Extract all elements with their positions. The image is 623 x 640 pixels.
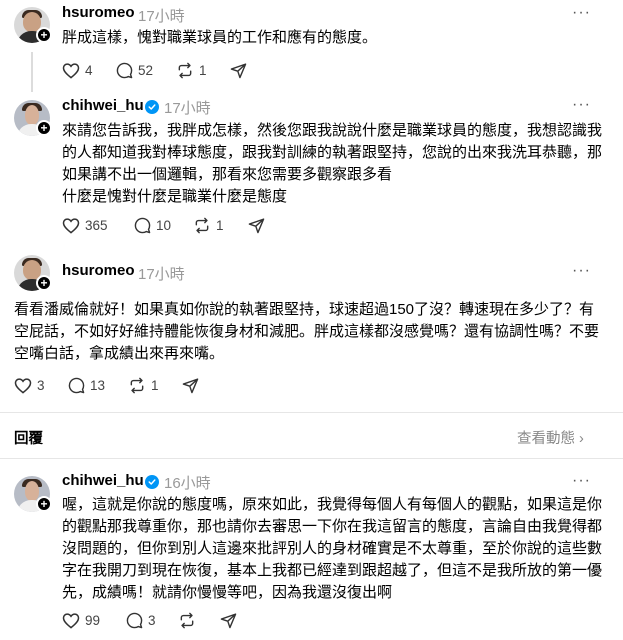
comment-count: 52 bbox=[138, 63, 154, 78]
share-button[interactable] bbox=[230, 62, 252, 79]
heart-icon bbox=[62, 218, 80, 234]
share-button[interactable] bbox=[220, 612, 242, 629]
repost-icon bbox=[178, 62, 192, 79]
more-icon[interactable]: ··· bbox=[572, 473, 591, 489]
timestamp[interactable]: 17小時 bbox=[138, 5, 185, 26]
username[interactable]: chihwei_hu bbox=[62, 472, 144, 489]
like-count: 99 bbox=[85, 613, 101, 628]
post-text: 喔，這就是你說的態度嗎，原來如此，我覺得每個人有每個人的觀點，如果這是你 的觀點… bbox=[62, 496, 603, 601]
heart-icon bbox=[14, 378, 32, 394]
comment-count: 13 bbox=[90, 378, 106, 393]
divider bbox=[0, 458, 623, 459]
more-icon[interactable]: ··· bbox=[572, 97, 591, 113]
view-activity-link[interactable]: 查看動態 › bbox=[517, 427, 584, 448]
like-button[interactable]: 99 bbox=[62, 612, 100, 629]
timestamp[interactable]: 17小時 bbox=[138, 263, 185, 284]
repost-count: 1 bbox=[151, 378, 159, 393]
repost-icon bbox=[195, 217, 209, 234]
share-button[interactable] bbox=[182, 377, 204, 394]
repost-count: 1 bbox=[199, 63, 207, 78]
share-icon bbox=[220, 613, 237, 629]
comment-button[interactable]: 10 bbox=[134, 217, 171, 234]
comment-button[interactable]: 52 bbox=[116, 62, 153, 79]
comment-button[interactable]: 13 bbox=[68, 377, 105, 394]
comment-count: 10 bbox=[156, 218, 172, 233]
follow-plus-icon[interactable]: + bbox=[36, 27, 52, 43]
post-text: 來請您告訴我，我胖成怎樣，然後您跟我說說什麼是職業球員的態度，我想認識我 的人都… bbox=[62, 122, 603, 205]
post-text: 看看潘威倫就好！如果真如你說的執著跟堅持，球速超過150了沒？轉速現在多少了？有… bbox=[14, 301, 600, 362]
like-count: 3 bbox=[37, 378, 45, 393]
divider bbox=[0, 412, 623, 413]
comment-icon bbox=[68, 377, 85, 394]
username[interactable]: hsuromeo bbox=[62, 262, 135, 279]
comment-count: 3 bbox=[148, 613, 156, 628]
follow-plus-icon[interactable]: + bbox=[36, 496, 52, 512]
username[interactable]: hsuromeo bbox=[62, 4, 135, 21]
comment-icon bbox=[134, 217, 151, 234]
verified-badge-icon bbox=[145, 100, 159, 114]
more-icon[interactable]: ··· bbox=[572, 5, 591, 21]
like-button[interactable]: 4 bbox=[62, 62, 93, 79]
more-icon[interactable]: ··· bbox=[572, 263, 591, 279]
share-icon bbox=[230, 63, 247, 79]
heart-icon bbox=[62, 63, 80, 79]
heart-icon bbox=[62, 613, 80, 629]
repost-button[interactable]: 1 bbox=[193, 217, 224, 234]
comment-icon bbox=[116, 62, 133, 79]
verified-badge-icon bbox=[145, 475, 159, 489]
post-text: 胖成這樣，愧對職業球員的工作和應有的態度。 bbox=[62, 29, 378, 46]
repost-button[interactable]: 1 bbox=[128, 377, 159, 394]
like-count: 365 bbox=[85, 218, 108, 233]
like-button[interactable]: 3 bbox=[14, 377, 45, 394]
replies-heading: 回覆 bbox=[14, 431, 43, 447]
timestamp[interactable]: 16小時 bbox=[164, 472, 211, 493]
comment-button[interactable]: 3 bbox=[126, 612, 156, 629]
repost-button[interactable] bbox=[178, 612, 201, 629]
repost-icon bbox=[130, 377, 144, 394]
thread-line bbox=[31, 52, 33, 92]
follow-plus-icon[interactable]: + bbox=[36, 120, 52, 136]
like-count: 4 bbox=[85, 63, 93, 78]
comment-icon bbox=[126, 612, 143, 629]
repost-button[interactable]: 1 bbox=[176, 62, 207, 79]
username[interactable]: chihwei_hu bbox=[62, 97, 144, 114]
share-icon bbox=[182, 378, 199, 394]
timestamp[interactable]: 17小時 bbox=[164, 97, 211, 118]
share-icon bbox=[248, 218, 265, 234]
repost-icon bbox=[180, 612, 194, 629]
like-button[interactable]: 365 bbox=[62, 217, 108, 234]
share-button[interactable] bbox=[248, 217, 270, 234]
follow-plus-icon[interactable]: + bbox=[36, 275, 52, 291]
repost-count: 1 bbox=[216, 218, 224, 233]
